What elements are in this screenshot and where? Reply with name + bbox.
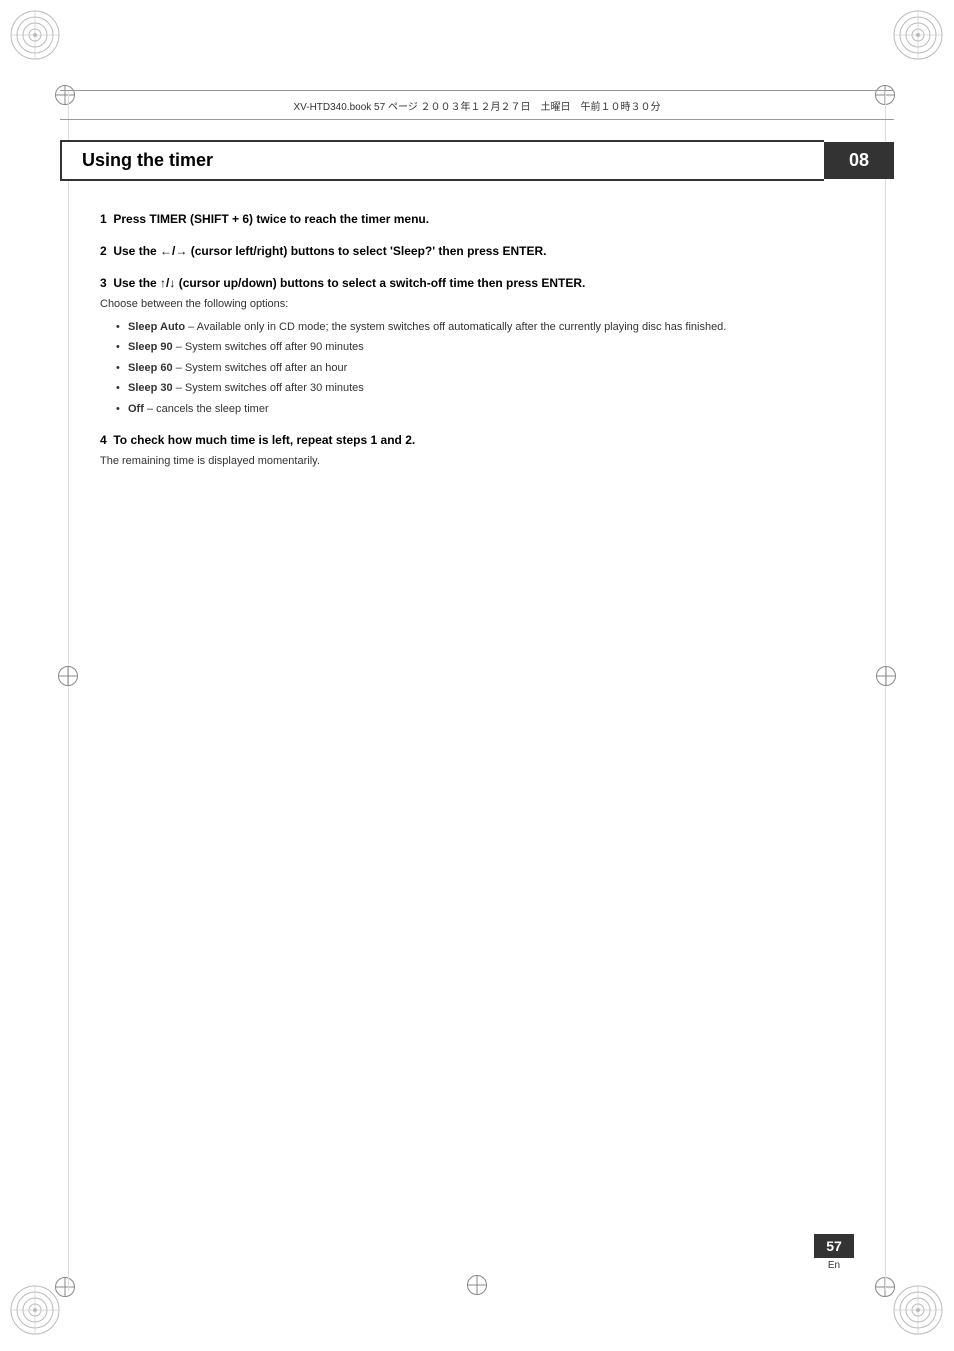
page-number: 57 (814, 1234, 854, 1258)
sleep-90-label: Sleep 90 (128, 341, 173, 353)
chapter-title: Using the timer (82, 150, 213, 171)
side-line-left (68, 90, 69, 1291)
reg-mark-mid-right (876, 666, 896, 686)
corner-spiral-top-left (8, 8, 63, 68)
corner-spiral-bottom-right (891, 1283, 946, 1343)
sleep-90-desc: – System switches off after 90 minutes (176, 341, 364, 353)
list-item-sleep-auto: Sleep Auto – Available only in CD mode; … (116, 319, 854, 336)
reg-mark-inner-br (875, 1277, 899, 1301)
reg-mark-mid-left (58, 666, 78, 686)
page-lang: En (828, 1260, 840, 1271)
sleep-auto-label: Sleep Auto (128, 321, 185, 333)
off-desc: – cancels the sleep timer (147, 403, 269, 415)
side-line-right (885, 90, 886, 1291)
sleep-60-label: Sleep 60 (128, 362, 173, 374)
step-2: 2 Use the ←/→ (cursor left/right) button… (100, 242, 854, 260)
step-1-heading: 1 Press TIMER (SHIFT + 6) twice to reach… (100, 210, 854, 228)
list-item-off: Off – cancels the sleep timer (116, 401, 854, 418)
reg-mark-bottom-center (467, 1275, 487, 1295)
step-1: 1 Press TIMER (SHIFT + 6) twice to reach… (100, 210, 854, 228)
sleep-auto-desc: – Available only in CD mode; the system … (188, 321, 726, 333)
chapter-title-box: Using the timer (60, 140, 824, 181)
sleep-30-desc: – System switches off after 30 minutes (176, 382, 364, 394)
chapter-number: 08 (849, 150, 869, 171)
off-label: Off (128, 403, 144, 415)
chapter-header: Using the timer 08 (60, 140, 894, 181)
bottom-area: 57 En (814, 1234, 854, 1271)
list-item-sleep-30: Sleep 30 – System switches off after 30 … (116, 380, 854, 397)
corner-spiral-top-right (891, 8, 946, 68)
step-4-body: The remaining time is displayed momentar… (100, 453, 854, 470)
chapter-number-box: 08 (824, 142, 894, 179)
bullet-options-list: Sleep Auto – Available only in CD mode; … (100, 319, 854, 418)
sleep-60-desc: – System switches off after an hour (176, 362, 348, 374)
page-container: XV-HTD340.book 57 ページ ２００３年１２月２７日 土曜日 午前… (0, 0, 954, 1351)
reg-mark-inner-bl (55, 1277, 79, 1301)
step-4-heading: 4 To check how much time is left, repeat… (100, 431, 854, 449)
step-3: 3 Use the ↑/↓ (cursor up/down) buttons t… (100, 274, 854, 417)
list-item-sleep-60: Sleep 60 – System switches off after an … (116, 360, 854, 377)
content-area: 1 Press TIMER (SHIFT + 6) twice to reach… (100, 210, 854, 1231)
step-2-heading: 2 Use the ←/→ (cursor left/right) button… (100, 242, 854, 260)
header-bar: XV-HTD340.book 57 ページ ２００３年１２月２７日 土曜日 午前… (60, 90, 894, 120)
list-item-sleep-90: Sleep 90 – System switches off after 90 … (116, 339, 854, 356)
step-3-heading: 3 Use the ↑/↓ (cursor up/down) buttons t… (100, 274, 854, 292)
step-4: 4 To check how much time is left, repeat… (100, 431, 854, 470)
sleep-30-label: Sleep 30 (128, 382, 173, 394)
step-3-body: Choose between the following options: (100, 296, 854, 313)
header-text: XV-HTD340.book 57 ページ ２００３年１２月２７日 土曜日 午前… (293, 98, 660, 113)
